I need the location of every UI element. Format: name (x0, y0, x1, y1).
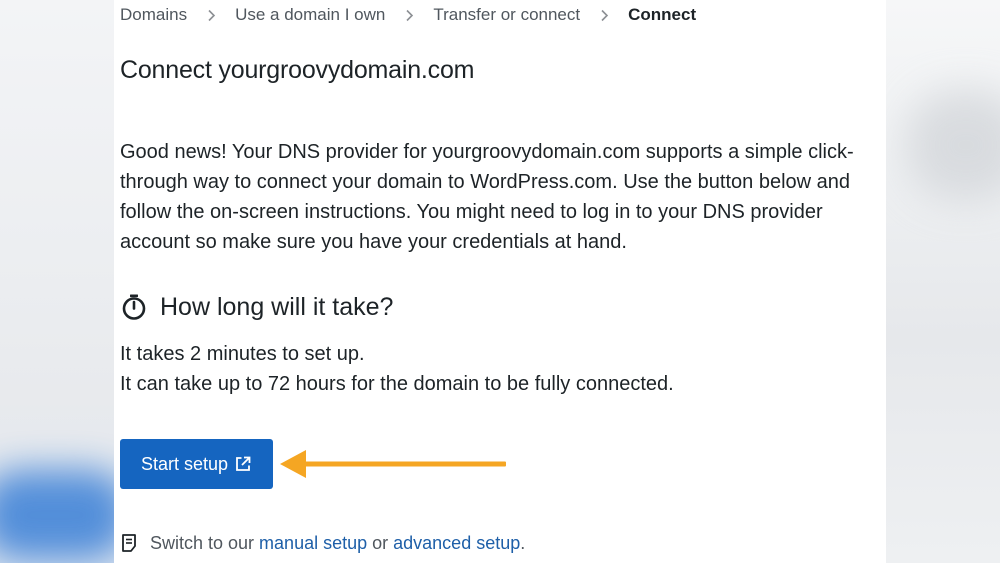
setup-time-text: It takes 2 minutes to set up. (120, 343, 365, 365)
timing-details: It takes 2 minutes to set up. It can tak… (120, 339, 674, 399)
footer-suffix: . (520, 532, 526, 553)
advanced-setup-link[interactable]: advanced setup (393, 533, 520, 554)
chevron-right-icon (580, 9, 628, 22)
footer-middle: or (367, 532, 394, 553)
stopwatch-icon (122, 294, 146, 320)
timing-heading-text: How long will it take? (160, 292, 394, 321)
breadcrumb-transfer-or-connect[interactable]: Transfer or connect (433, 5, 580, 25)
external-link-icon (236, 456, 251, 471)
background-left (0, 0, 130, 563)
footer-prefix: Switch to our (150, 532, 260, 553)
breadcrumb-use-own-domain[interactable]: Use a domain I own (235, 5, 385, 25)
main-panel: Domains Use a domain I own Transfer or c… (114, 0, 886, 563)
start-setup-label: Start setup (140, 453, 229, 474)
breadcrumb-connect: Connect (628, 5, 697, 24)
annotation-arrow (280, 450, 506, 478)
page-title: Connect yourgroovydomain.com (120, 56, 475, 84)
background-blur (0, 470, 130, 560)
start-setup-button[interactable]: Start setup (120, 439, 273, 489)
timing-heading: How long will it take? (120, 290, 393, 324)
background-right (886, 0, 1000, 563)
chevron-right-icon (187, 9, 235, 22)
description-text: Good news! Your DNS provider for yourgro… (120, 141, 854, 253)
document-icon (122, 534, 136, 552)
chevron-right-icon (385, 9, 433, 22)
breadcrumb: Domains Use a domain I own Transfer or c… (120, 5, 696, 25)
setup-switch-footer: Switch to our manual setup or advanced s… (120, 531, 525, 555)
connection-time-text: It can take up to 72 hours for the domai… (120, 373, 674, 395)
breadcrumb-domains[interactable]: Domains (120, 5, 187, 25)
background-blur (906, 90, 1000, 200)
manual-setup-link[interactable]: manual setup (259, 533, 367, 554)
